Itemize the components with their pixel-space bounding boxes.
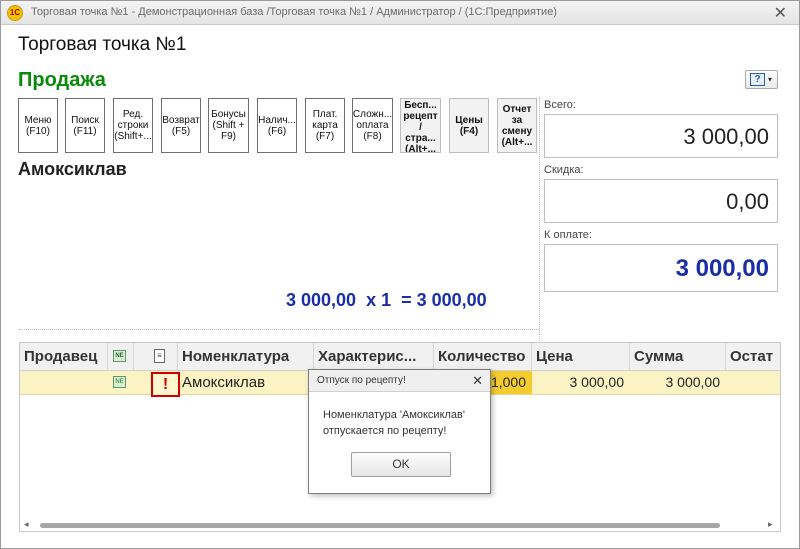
row-seller: [20, 371, 108, 394]
horizontal-divider: [19, 329, 539, 330]
app-window: 1С Торговая точка №1 - Демонстрационная …: [0, 0, 800, 549]
line-total: 3 000,00 x 1 = 3 000,00: [286, 290, 487, 310]
cash-button[interactable]: Налич... (F6): [257, 98, 297, 153]
column-remainder[interactable]: Остат: [726, 343, 780, 371]
prescription-dialog: Отпуск по рецепту! ✕ Номенклатура 'Амокс…: [308, 369, 491, 494]
search-button[interactable]: Поиск (F11): [65, 98, 105, 153]
scroll-right-icon[interactable]: ▸: [768, 519, 773, 530]
row-nomenclature: Амоксиклав: [182, 374, 266, 391]
window-close-icon[interactable]: ✕: [774, 3, 787, 23]
window-titlebar: 1С Торговая точка №1 - Демонстрационная …: [1, 1, 799, 25]
product-name: Амоксиклав: [18, 159, 127, 179]
column-seller-icon[interactable]: NE: [108, 343, 134, 371]
total-label: Всего:: [544, 99, 576, 111]
table-header: Продавец NE ≡ Номенклатура Характерис...…: [20, 343, 780, 371]
complex-payment-button[interactable]: Сложн... оплата (F8): [352, 98, 393, 153]
seller-card-icon: NE: [113, 350, 126, 362]
row-sum: 3 000,00: [665, 374, 721, 390]
bonus-button[interactable]: Бонусы (Shift + F9): [208, 98, 249, 153]
window-title: Торговая точка №1 - Демонстрационная баз…: [31, 6, 557, 18]
app-logo-icon: 1С: [7, 5, 23, 21]
to-pay-field: 3 000,00: [544, 244, 778, 292]
dialog-message: Номенклатура 'Амоксиклав' отпускается по…: [323, 409, 465, 437]
help-menu-button[interactable]: ? ▾: [745, 70, 778, 89]
horizontal-scrollbar[interactable]: ◂ ▸: [20, 519, 780, 531]
prescription-warning-icon[interactable]: !: [151, 372, 180, 397]
seller-card-icon: NE: [113, 376, 126, 388]
discount-field: 0,00: [544, 179, 778, 223]
column-seller[interactable]: Продавец: [20, 343, 108, 371]
column-price[interactable]: Цена: [532, 343, 630, 371]
scroll-left-icon[interactable]: ◂: [24, 519, 29, 530]
return-button[interactable]: Возврат (F5): [161, 98, 201, 153]
dialog-close-icon[interactable]: ✕: [472, 373, 483, 389]
to-pay-label: К оплате:: [544, 229, 592, 241]
dialog-title: Отпуск по рецепту!: [317, 375, 406, 386]
edit-row-button[interactable]: Ред. строки (Shift+...: [113, 98, 153, 153]
ok-button[interactable]: OK: [351, 452, 451, 477]
row-price: 3 000,00: [569, 374, 625, 390]
chevron-down-icon: ▾: [768, 75, 773, 84]
column-quantity[interactable]: Количество: [434, 343, 532, 371]
row-quantity[interactable]: 1,000: [490, 371, 532, 394]
scrollbar-thumb[interactable]: [40, 523, 720, 528]
shift-report-button[interactable]: Отчет за смену (Alt+...: [497, 98, 537, 153]
menu-button[interactable]: Меню (F10): [18, 98, 58, 153]
card-payment-button[interactable]: Плат. карта (F7): [305, 98, 345, 153]
column-prescription[interactable]: ≡: [134, 343, 178, 371]
document-icon: ≡: [154, 349, 165, 363]
vertical-divider: [539, 97, 540, 343]
form-title: Торговая точка №1: [18, 34, 187, 55]
discount-label: Скидка:: [544, 164, 584, 176]
free-prescription-button[interactable]: Бесп... рецепт / стра... (Alt+...: [400, 98, 441, 153]
section-title: Продажа: [18, 69, 106, 91]
column-characteristic[interactable]: Характерис...: [314, 343, 434, 371]
column-nomenclature[interactable]: Номенклатура: [178, 343, 314, 371]
dialog-titlebar: Отпуск по рецепту! ✕: [309, 370, 490, 392]
help-icon: ?: [750, 73, 765, 86]
prices-button[interactable]: Цены (F4): [449, 98, 489, 153]
column-sum[interactable]: Сумма: [630, 343, 726, 371]
total-field: 3 000,00: [544, 114, 778, 158]
